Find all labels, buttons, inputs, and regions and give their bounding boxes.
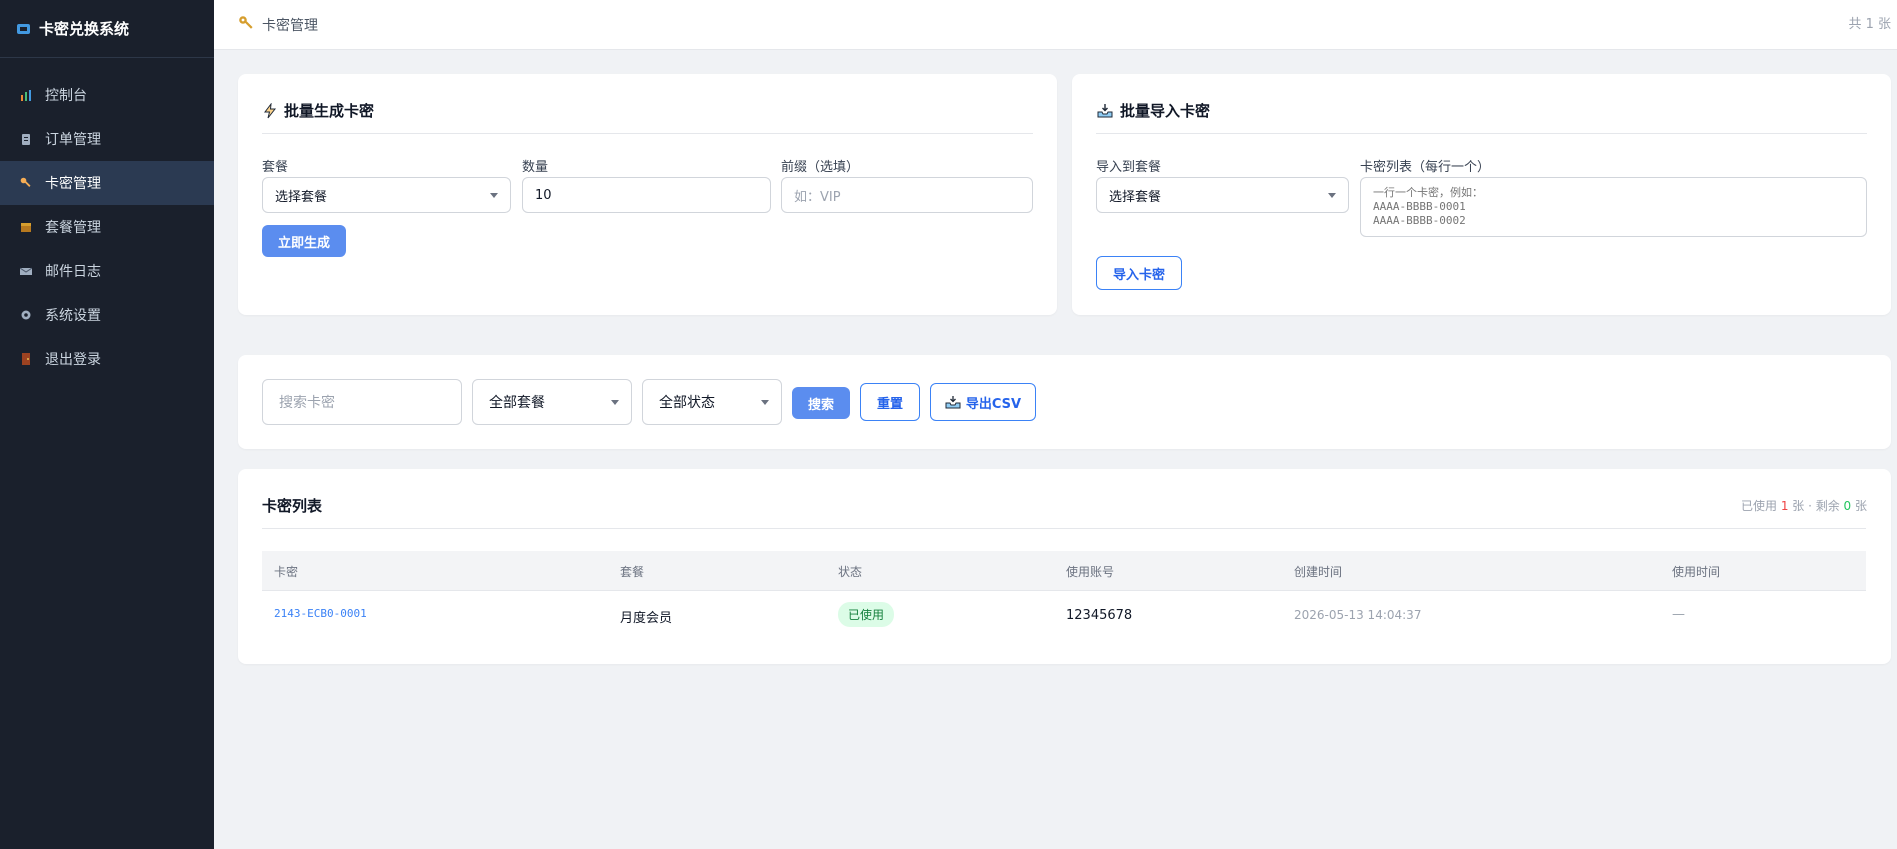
- sidebar-item-mail-log[interactable]: 邮件日志: [0, 249, 214, 293]
- search-input[interactable]: 搜索卡密: [262, 379, 462, 425]
- plan-filter-value: 全部套餐: [489, 395, 545, 411]
- inbox-tray-icon: [945, 396, 961, 409]
- import-title-text: 批量导入卡密: [1120, 102, 1211, 120]
- chevron-down-icon: [761, 400, 769, 405]
- brand-title: 卡密兑换系统: [39, 20, 130, 38]
- column-header-created: 创建时间: [1294, 565, 1343, 579]
- stats-prefix: 已使用: [1740, 499, 1781, 513]
- list-card: 卡密列表 已使用 1 张 · 剩余 0 张 卡密 套餐 状态 使用账号 创建时间…: [238, 469, 1891, 664]
- stats-suffix: 张: [1851, 499, 1867, 513]
- plan-select[interactable]: 选择套餐: [262, 177, 511, 213]
- card-code-link[interactable]: 2143-ECB0-0001: [274, 607, 367, 620]
- mail-icon: [19, 265, 33, 277]
- chart-icon: [20, 89, 32, 101]
- sidebar: 卡密兑换系统 控制台 订单管理 卡密管理 套餐管理 邮件日志 系统设置 退出登录: [0, 0, 214, 849]
- row-plan: 月度会员: [620, 611, 673, 626]
- export-csv-label: 导出CSV: [965, 396, 1022, 412]
- column-header-status: 状态: [838, 565, 863, 579]
- column-header-used: 使用时间: [1672, 565, 1721, 579]
- row-created-time: 2026-05-13 14:04:37: [1294, 608, 1422, 622]
- divider: [262, 133, 1033, 134]
- status-filter-select[interactable]: 全部状态: [642, 379, 782, 425]
- plan-select-value: 选择套餐: [275, 189, 328, 205]
- row-used-time: —: [1672, 607, 1685, 622]
- sidebar-item-logout[interactable]: 退出登录: [0, 337, 214, 381]
- column-header-code: 卡密: [274, 565, 299, 579]
- sidebar-menu: 控制台 订单管理 卡密管理 套餐管理 邮件日志 系统设置 退出登录: [0, 73, 214, 381]
- table-row: 2143-ECB0-0001 月度会员 已使用 12345678 2026-05…: [262, 591, 1866, 641]
- gear-icon: [20, 309, 32, 321]
- import-plan-select-value: 选择套餐: [1109, 189, 1162, 205]
- topbar: 卡密管理 共 1 张: [214, 0, 1897, 50]
- filter-card: 搜索卡密 全部套餐 全部状态 搜索 重置 导出CSV: [238, 355, 1891, 449]
- sidebar-item-settings[interactable]: 系统设置: [0, 293, 214, 337]
- plan-label: 套餐: [262, 160, 289, 175]
- column-header-plan: 套餐: [620, 565, 645, 579]
- door-icon: [20, 353, 32, 365]
- status-filter-value: 全部状态: [659, 395, 715, 411]
- lightning-icon: [264, 102, 277, 118]
- import-plan-label: 导入到套餐: [1096, 160, 1162, 175]
- chevron-down-icon: [611, 400, 619, 405]
- search-button[interactable]: 搜索: [792, 387, 850, 419]
- generate-title: 批量生成卡密: [262, 100, 374, 121]
- import-plan-select[interactable]: 选择套餐: [1096, 177, 1349, 213]
- sidebar-item-packages[interactable]: 套餐管理: [0, 205, 214, 249]
- key-icon: [20, 177, 32, 189]
- prefix-input[interactable]: 如：VIP: [781, 177, 1033, 213]
- package-icon: [20, 221, 32, 233]
- list-title: 卡密列表: [262, 497, 323, 515]
- plan-filter-select[interactable]: 全部套餐: [472, 379, 632, 425]
- import-title: 批量导入卡密: [1096, 100, 1210, 121]
- status-badge: 已使用: [838, 602, 895, 627]
- row-account: 12345678: [1066, 608, 1133, 623]
- sidebar-item-label: 套餐管理: [45, 220, 101, 236]
- import-list-textarea[interactable]: [1360, 177, 1867, 237]
- logo-icon: [17, 23, 30, 34]
- inbox-tray-icon: [1097, 103, 1113, 117]
- key-icon: [238, 15, 254, 35]
- sidebar-item-orders[interactable]: 订单管理: [0, 117, 214, 161]
- sidebar-item-label: 系统设置: [45, 308, 101, 324]
- chevron-down-icon: [1328, 193, 1336, 198]
- generate-card: 批量生成卡密 套餐 选择套餐 数量 10 前缀（选填） 如：VIP 立即生成: [238, 74, 1057, 315]
- column-header-account: 使用账号: [1066, 565, 1115, 579]
- import-button[interactable]: 导入卡密: [1096, 256, 1182, 290]
- prefix-label: 前缀（选填）: [781, 160, 860, 175]
- divider: [1096, 133, 1867, 134]
- export-csv-button[interactable]: 导出CSV: [930, 383, 1036, 421]
- clipboard-icon: [20, 133, 32, 145]
- import-card: 批量导入卡密 导入到套餐 选择套餐 卡密列表（每行一个） 导入卡密: [1072, 74, 1891, 315]
- table-header: 卡密 套餐 状态 使用账号 创建时间 使用时间: [262, 551, 1866, 591]
- sidebar-item-label: 控制台: [45, 88, 87, 104]
- generate-title-text: 批量生成卡密: [284, 102, 375, 120]
- sidebar-item-label: 订单管理: [45, 132, 101, 148]
- brand: 卡密兑换系统: [0, 0, 214, 58]
- sidebar-item-cards[interactable]: 卡密管理: [0, 161, 214, 205]
- sidebar-item-label: 邮件日志: [45, 264, 101, 280]
- import-list-label: 卡密列表（每行一个）: [1360, 160, 1491, 175]
- stats-mid: 张 · 剩余: [1788, 499, 1844, 513]
- total-count: 共 1 张: [1848, 17, 1891, 32]
- sidebar-item-label: 卡密管理: [45, 176, 101, 192]
- divider: [262, 528, 1866, 529]
- qty-label: 数量: [522, 160, 549, 175]
- list-stats: 已使用 1 张 · 剩余 0 张: [1741, 497, 1867, 514]
- qty-input[interactable]: 10: [522, 177, 771, 213]
- chevron-down-icon: [490, 193, 498, 198]
- page-title: 卡密管理: [262, 17, 318, 34]
- sidebar-item-label: 退出登录: [45, 352, 101, 368]
- generate-button[interactable]: 立即生成: [262, 225, 346, 257]
- sidebar-item-dashboard[interactable]: 控制台: [0, 73, 214, 117]
- reset-button[interactable]: 重置: [860, 383, 920, 421]
